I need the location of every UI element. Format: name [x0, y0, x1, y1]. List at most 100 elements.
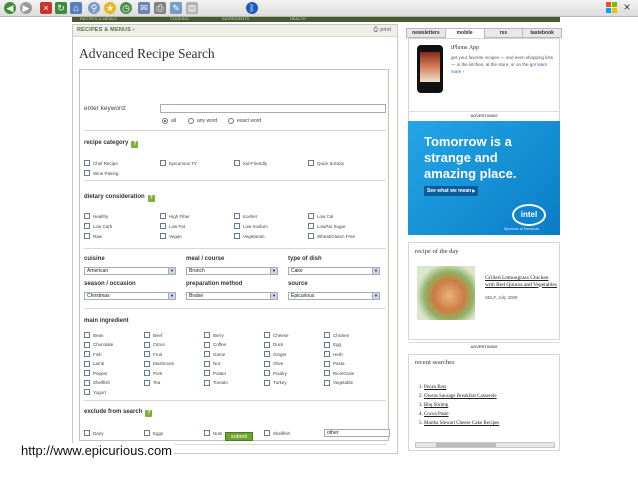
ingredient-checkbox[interactable]: Yogurt	[84, 389, 106, 395]
dietary-checkbox[interactable]: Low Carb	[84, 223, 112, 229]
help-icon[interactable]: ?	[131, 141, 139, 148]
ingredient-checkbox[interactable]: Fruit	[144, 351, 162, 357]
ingredient-checkbox[interactable]: Nut	[204, 360, 220, 367]
exclude-checkbox[interactable]: Nuts	[204, 430, 222, 436]
site-nav-item[interactable]: HEALTH	[290, 16, 305, 21]
dietary-checkbox[interactable]: Low Fat	[160, 223, 185, 229]
dietary-checkbox[interactable]: Vegan	[160, 233, 182, 239]
dietary-checkbox[interactable]: Kosher	[234, 213, 257, 219]
site-nav-item[interactable]: INGREDIENTS	[222, 16, 249, 21]
source-select[interactable]: Epicurious ▼	[288, 292, 380, 300]
forward-icon[interactable]: ▶	[20, 2, 32, 14]
help-icon[interactable]: ?	[145, 410, 153, 417]
favorites-icon[interactable]: ★	[104, 2, 116, 14]
dietary-checkbox[interactable]: Low/No Sugar	[308, 223, 346, 229]
recent-search-item[interactable]: 1. Pecan Bars	[419, 383, 551, 392]
dietary-checkbox[interactable]: High Fiber	[160, 213, 190, 219]
breadcrumb[interactable]: RECIPES & MENUS ›	[77, 27, 135, 33]
discuss-icon[interactable]: ▤	[186, 2, 198, 14]
dietary-checkbox[interactable]: Low Sodium	[234, 223, 268, 229]
tab-mobile[interactable]: mobile	[445, 28, 485, 38]
recent-search-link[interactable]: Pecan Bars	[424, 385, 446, 390]
stop-icon[interactable]: ×	[40, 2, 52, 14]
ingredient-checkbox[interactable]: Game	[204, 351, 225, 357]
dietary-checkbox[interactable]: Low Cal	[308, 213, 333, 219]
close-icon[interactable]: ×	[620, 1, 634, 14]
ingredient-checkbox[interactable]: Cheese	[264, 332, 289, 338]
ingredient-checkbox[interactable]: Pasta	[324, 360, 345, 367]
ad-cta-button[interactable]: See what we mean	[424, 186, 479, 196]
ingredient-checkbox[interactable]: Mushroom	[144, 360, 174, 367]
ingredient-checkbox[interactable]: Tomato	[204, 379, 228, 386]
ingredient-checkbox[interactable]: Ginger	[264, 351, 287, 357]
season-select[interactable]: Christmas ▼	[84, 292, 176, 300]
category-checkbox[interactable]: Wine Pairing	[84, 170, 119, 176]
dietary-checkbox[interactable]: Wheat/Gluten Free	[308, 233, 355, 239]
site-nav-item[interactable]: RECIPES & MENUS	[80, 16, 117, 21]
ingredient-checkbox[interactable]: Bean	[84, 332, 104, 338]
ingredient-checkbox[interactable]: Herb	[324, 351, 343, 357]
ingredient-checkbox[interactable]: Coffee	[204, 341, 226, 348]
dietary-checkbox[interactable]: Healthy	[84, 213, 108, 219]
ingredient-checkbox[interactable]: Lamb	[84, 360, 104, 367]
ingredient-checkbox[interactable]: Berry	[204, 332, 224, 338]
tab-rss[interactable]: rss	[484, 28, 524, 38]
ingredient-checkbox[interactable]: Poultry	[264, 370, 287, 376]
ingredient-checkbox[interactable]: Olive	[264, 360, 283, 367]
ingredient-checkbox[interactable]: Potato	[204, 370, 226, 376]
recent-search-link[interactable]: Owens Sausage Breakfast Casserole	[424, 394, 497, 399]
ingredient-checkbox[interactable]: Fish	[84, 351, 102, 357]
dietary-checkbox[interactable]: Vegetarian	[234, 233, 265, 239]
category-checkbox[interactable]: Chef Recipe	[84, 160, 118, 166]
recent-search-item[interactable]: 2. Owens Sausage Breakfast Casserole	[419, 392, 551, 401]
category-checkbox[interactable]: Kid-Friendly	[234, 160, 267, 166]
ingredient-checkbox[interactable]: Duck	[264, 341, 283, 348]
ingredient-checkbox[interactable]: Pork	[144, 370, 162, 376]
rotd-photo[interactable]	[417, 266, 475, 320]
mail-icon[interactable]: ✉	[138, 2, 150, 14]
recent-search-item[interactable]: 3. Bbq Shrimp	[419, 401, 551, 410]
print-link[interactable]: print	[373, 27, 391, 34]
back-icon[interactable]: ◀	[4, 2, 16, 14]
prep-method-select[interactable]: Braise ▼	[186, 292, 278, 300]
ingredient-checkbox[interactable]: Chicken	[324, 332, 349, 338]
keyword-input[interactable]	[160, 104, 386, 113]
recent-search-link[interactable]: Cocoa Paste	[424, 412, 449, 417]
edit-icon[interactable]: ✎	[170, 2, 182, 14]
ingredient-checkbox[interactable]: Egg	[324, 341, 341, 348]
ingredient-checkbox[interactable]: Citrus	[144, 341, 165, 348]
search-icon[interactable]: ⚲	[88, 2, 100, 14]
dish-type-select[interactable]: Cake ▼	[288, 267, 380, 275]
ingredient-checkbox[interactable]: Turkey	[264, 379, 287, 386]
recent-search-item[interactable]: 5. Martha Stewart Cheese Cake Recipes	[419, 419, 551, 428]
ingredient-checkbox[interactable]: Rice/Grain	[324, 370, 354, 376]
print-icon[interactable]: ⎙	[154, 2, 166, 14]
intel-ad-banner[interactable]: Tomorrow is a strange and amazing place.…	[408, 121, 560, 235]
tab-newsletters[interactable]: newsletters	[406, 28, 446, 38]
horizontal-scrollbar[interactable]	[415, 442, 555, 448]
category-checkbox[interactable]: Quick & Easy	[308, 160, 344, 166]
ingredient-checkbox[interactable]: Chocolate	[84, 341, 113, 348]
exclude-checkbox[interactable]: Eggs	[144, 430, 163, 436]
site-nav-item[interactable]: COOKING	[170, 16, 189, 21]
exclude-checkbox[interactable]: Shellfish	[264, 430, 290, 436]
ingredient-checkbox[interactable]: Vegetable	[324, 379, 353, 386]
refresh-icon[interactable]: ↻	[55, 2, 67, 14]
dietary-checkbox[interactable]: Raw	[84, 233, 102, 239]
history-icon[interactable]: ◷	[120, 2, 132, 14]
cuisine-select[interactable]: American ▼	[84, 267, 176, 275]
home-icon[interactable]: ⌂	[70, 2, 82, 14]
ingredient-checkbox[interactable]: Pepper	[84, 370, 108, 376]
exclude-other-input[interactable]: other	[324, 429, 390, 437]
ingredient-checkbox[interactable]: Shellfish	[84, 379, 110, 386]
bluetooth-icon[interactable]: ᛒ	[246, 2, 258, 14]
match-all-radio[interactable]: all	[162, 118, 176, 124]
ingredient-checkbox[interactable]: Tea	[144, 379, 160, 386]
tab-tastebook[interactable]: tastebook	[523, 28, 562, 38]
recent-search-link[interactable]: Martha Stewart Cheese Cake Recipes	[424, 421, 499, 426]
category-checkbox[interactable]: Epicurious TV	[160, 160, 197, 166]
match-any-radio[interactable]: any word	[188, 118, 217, 124]
match-exact-radio[interactable]: exact word	[228, 118, 261, 124]
recent-search-link[interactable]: Bbq Shrimp	[424, 403, 448, 408]
ingredient-checkbox[interactable]: Beef	[144, 332, 162, 338]
